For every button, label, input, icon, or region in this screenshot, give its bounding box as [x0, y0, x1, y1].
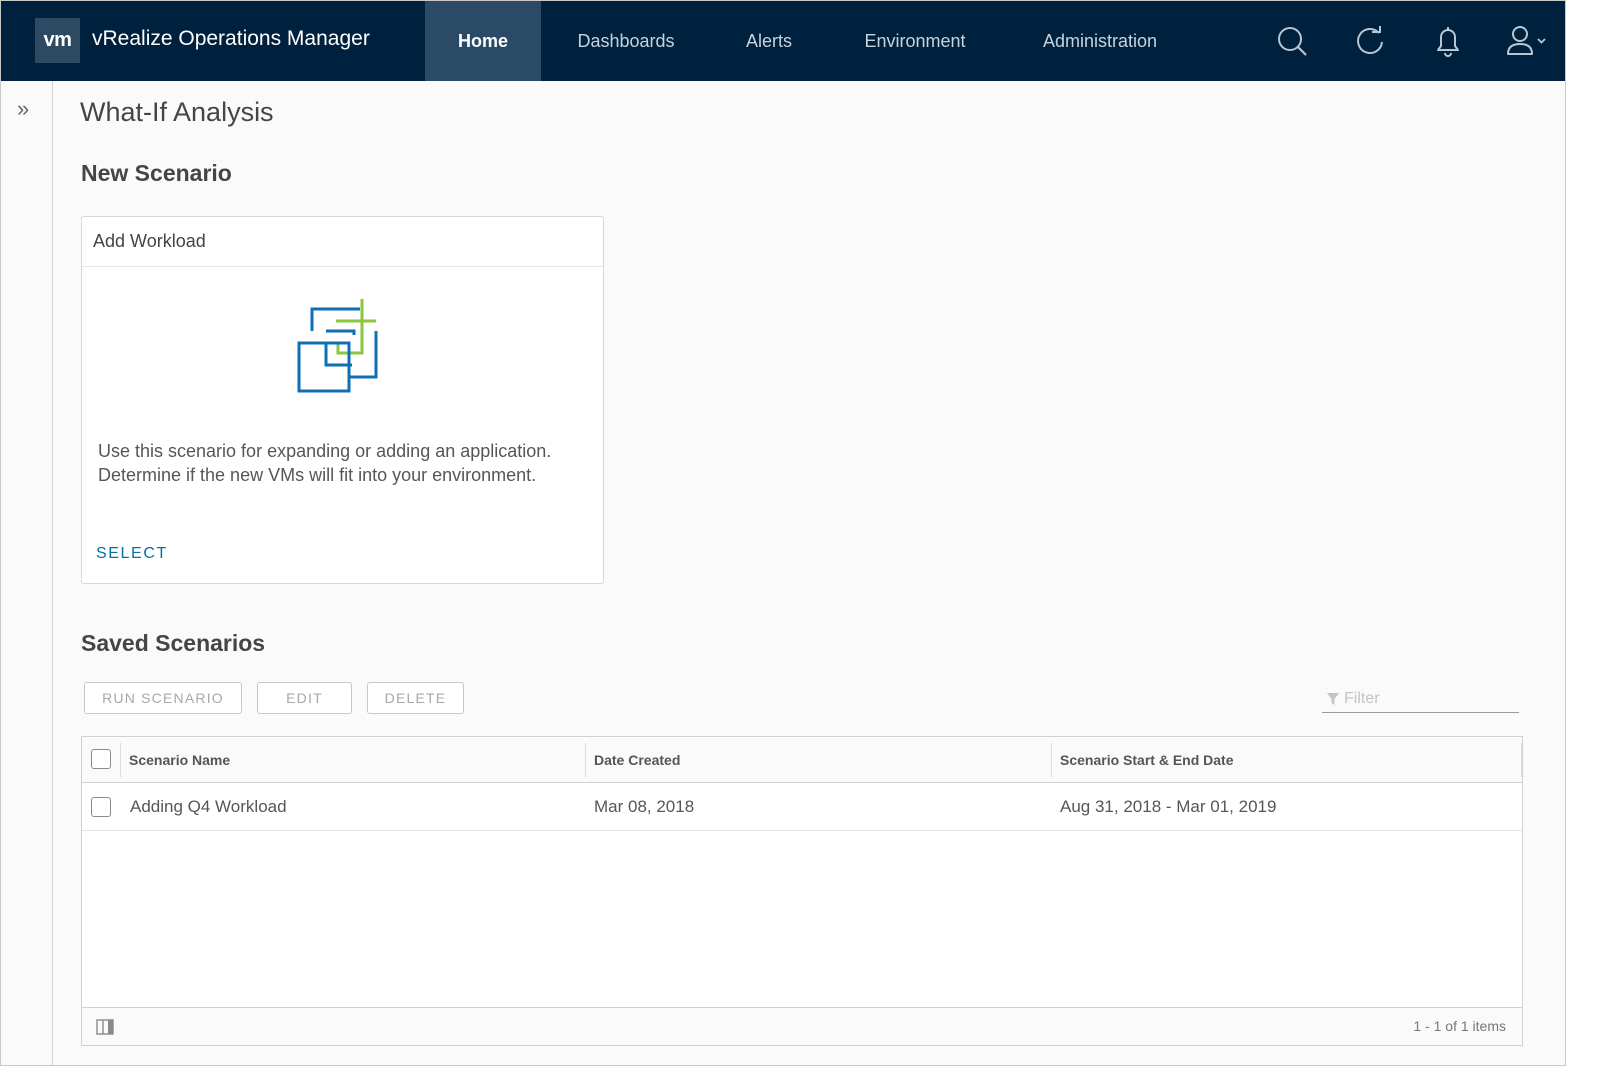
filter-icon	[1327, 692, 1339, 705]
search-icon[interactable]	[1274, 23, 1310, 59]
user-icon[interactable]	[1504, 23, 1550, 59]
nav-administration[interactable]: Administration	[1021, 1, 1179, 81]
card-title: Add Workload	[82, 217, 603, 267]
nav-alerts[interactable]: Alerts	[728, 1, 810, 81]
nav-home[interactable]: Home	[425, 1, 541, 81]
column-date-created[interactable]: Date Created	[594, 737, 680, 783]
vmware-logo[interactable]: vm	[35, 18, 80, 63]
row-checkbox[interactable]	[91, 797, 111, 817]
bell-icon[interactable]	[1430, 23, 1466, 59]
cell-scenario-name: Adding Q4 Workload	[130, 797, 287, 816]
delete-button[interactable]: DELETE	[367, 682, 464, 714]
user-menu[interactable]	[1504, 23, 1550, 59]
select-link[interactable]: SELECT	[96, 545, 168, 563]
column-toggle-icon[interactable]	[96, 1019, 114, 1035]
edit-button[interactable]: EDIT	[257, 682, 352, 714]
left-sidebar: »	[1, 81, 53, 1065]
new-scenario-title: New Scenario	[81, 160, 232, 186]
card-description: Use this scenario for expanding or addin…	[98, 441, 552, 485]
column-separator[interactable]	[585, 743, 586, 777]
expand-sidebar-icon[interactable]: »	[17, 98, 41, 123]
run-scenario-button[interactable]: RUN SCENARIO	[84, 682, 242, 714]
grid-header: Scenario Name Date Created Scenario Star…	[82, 737, 1522, 783]
saved-scenarios-title: Saved Scenarios	[81, 630, 266, 656]
cell-date-created: Mar 08, 2018	[594, 797, 695, 816]
select-all-checkbox[interactable]	[91, 749, 111, 769]
column-scenario-range[interactable]: Scenario Start & End Date	[1060, 737, 1234, 783]
pagination-text: 1 - 1 of 1 items	[1413, 1018, 1506, 1034]
table-row[interactable]: Adding Q4 Workload Mar 08, 2018 Aug 31, …	[82, 783, 1522, 831]
saved-scenarios-grid: Scenario Name Date Created Scenario Star…	[81, 736, 1523, 1046]
app-window: vm vRealize Operations Manager Home Dash…	[0, 0, 1566, 1066]
column-separator[interactable]	[1051, 743, 1052, 777]
page-title: What-If Analysis	[80, 97, 274, 127]
column-scenario-name[interactable]: Scenario Name	[129, 737, 230, 783]
column-separator	[1521, 743, 1522, 777]
add-workload-icon	[296, 297, 390, 397]
grid-footer: 1 - 1 of 1 items	[82, 1007, 1522, 1045]
nav-environment[interactable]: Environment	[846, 1, 984, 81]
filter-input[interactable]	[1344, 689, 1514, 708]
cell-scenario-range: Aug 31, 2018 - Mar 01, 2019	[1060, 797, 1277, 816]
top-header: vm vRealize Operations Manager Home Dash…	[1, 1, 1565, 81]
filter-field[interactable]	[1322, 685, 1519, 713]
nav-dashboards[interactable]: Dashboards	[556, 1, 696, 81]
refresh-icon[interactable]	[1352, 23, 1388, 59]
column-separator	[120, 743, 121, 777]
add-workload-card: Add Workload Use this scenario for expan…	[81, 216, 604, 584]
app-title: vRealize Operations Manager	[92, 27, 370, 50]
